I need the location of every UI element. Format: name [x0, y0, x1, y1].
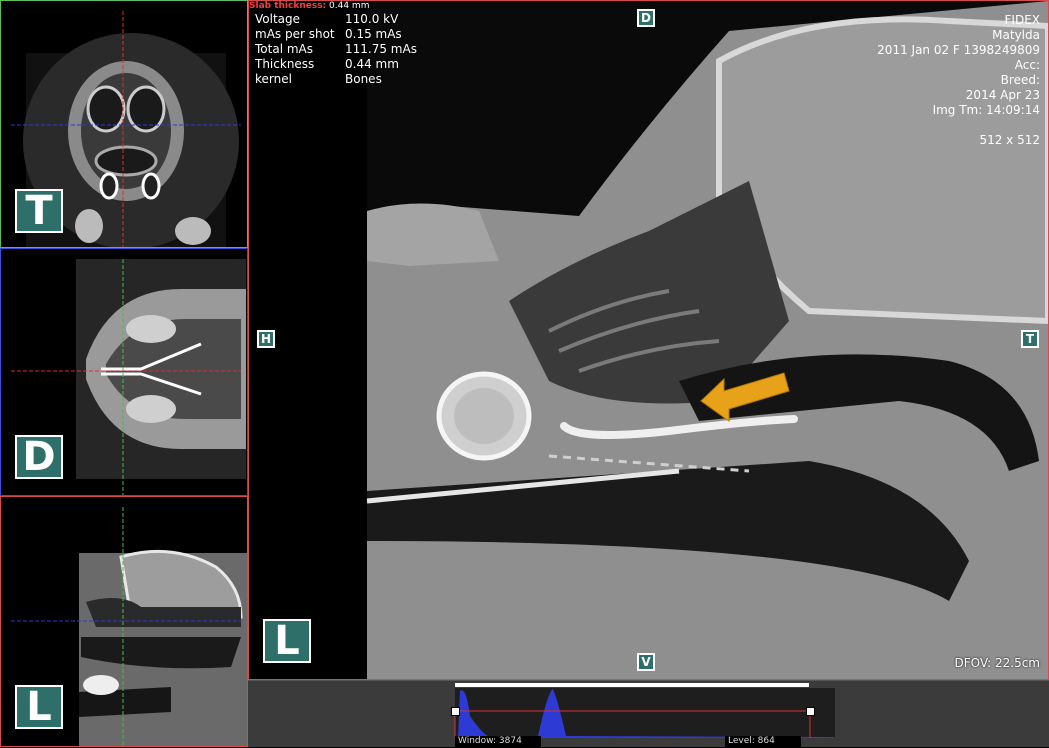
window-value-readout: Window: 3874 — [455, 736, 541, 747]
technique-row: mAs per shot 0.15 mAs — [255, 27, 402, 41]
technique-row: Thickness 0.44 mm — [255, 57, 399, 71]
histogram-graph — [454, 688, 835, 738]
patient-name: Matylda — [992, 28, 1040, 42]
window-right-handle[interactable] — [806, 707, 815, 716]
plane-orientation-marker: L — [263, 619, 311, 663]
main-sagittal-view[interactable]: Slab thickness: 0.44 mm Voltage 110.0 kV … — [248, 0, 1049, 680]
window-level-histogram-panel[interactable]: Window: 3874 Level: 864 — [248, 680, 1049, 747]
technique-info: Voltage 110.0 kV mAs per shot 0.15 mAs Tot… — [255, 12, 417, 87]
orientation-right-marker: T — [1021, 330, 1039, 348]
orientation-top-marker: D — [637, 9, 655, 27]
dorsal-view-pane[interactable]: D — [0, 248, 248, 496]
axial-orientation-marker: T — [15, 189, 63, 233]
technique-row: Total mAs 111.75 mAs — [255, 42, 417, 56]
image-time: Img Tm: 14:09:14 — [932, 103, 1040, 117]
lateral-orientation-marker: L — [15, 685, 63, 729]
study-date: 2014 Apr 23 — [965, 88, 1040, 102]
institution-name: FIDEX — [1004, 13, 1040, 27]
technique-row: Voltage 110.0 kV — [255, 12, 399, 26]
technique-row: kernel Bones — [255, 72, 382, 86]
slab-thickness-value: 0.44 mm — [329, 1, 370, 11]
orientation-left-marker: H — [257, 330, 275, 348]
accession-label: Acc: — [1014, 58, 1040, 72]
matrix-size: 512 x 512 — [979, 133, 1040, 147]
dorsal-orientation-marker: D — [15, 435, 63, 479]
patient-info: FIDEX Matylda 2011 Jan 02 F 1398249809 A… — [877, 13, 1040, 148]
slab-thickness-label: Slab thickness: — [249, 1, 327, 11]
patient-dob-sex-id: 2011 Jan 02 F 1398249809 — [877, 43, 1040, 57]
dfov-readout: DFOV: 22.5cm — [954, 656, 1040, 670]
axial-view-pane[interactable]: T — [0, 0, 248, 248]
lateral-view-pane[interactable]: L — [0, 496, 248, 747]
window-left-handle[interactable] — [451, 707, 460, 716]
orientation-bottom-marker: V — [637, 653, 655, 671]
breed-label: Breed: — [1000, 73, 1040, 87]
level-value-readout: Level: 864 — [725, 736, 801, 747]
